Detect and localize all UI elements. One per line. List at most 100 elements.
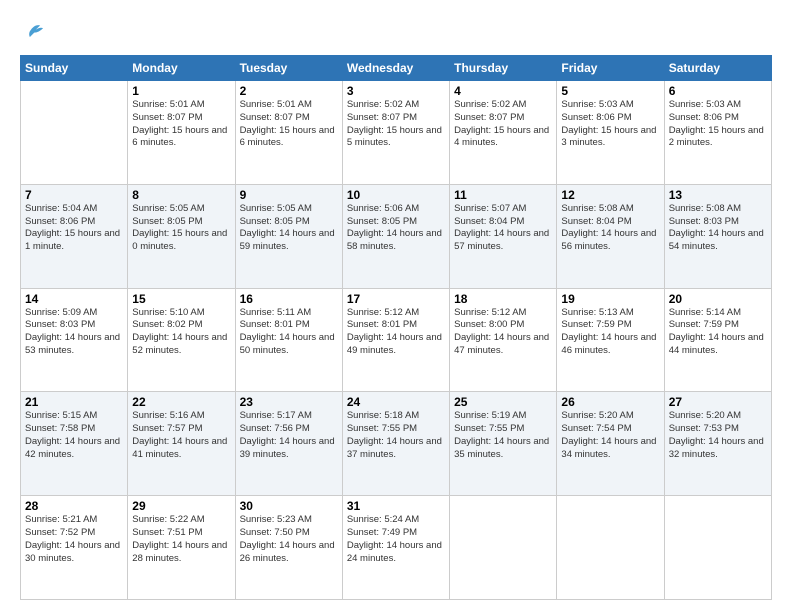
day-info: Sunrise: 5:19 AMSunset: 7:55 PMDaylight:… bbox=[454, 410, 552, 461]
day-info: Sunrise: 5:01 AMSunset: 8:07 PMDaylight:… bbox=[132, 99, 230, 150]
day-number: 31 bbox=[347, 499, 445, 513]
calendar-cell: 26Sunrise: 5:20 AMSunset: 7:54 PMDayligh… bbox=[557, 392, 664, 496]
calendar-cell: 1Sunrise: 5:01 AMSunset: 8:07 PMDaylight… bbox=[128, 81, 235, 185]
calendar-cell: 13Sunrise: 5:08 AMSunset: 8:03 PMDayligh… bbox=[664, 184, 771, 288]
day-info: Sunrise: 5:05 AMSunset: 8:05 PMDaylight:… bbox=[240, 203, 338, 254]
calendar-week-row: 21Sunrise: 5:15 AMSunset: 7:58 PMDayligh… bbox=[21, 392, 772, 496]
weekday-header-row: SundayMondayTuesdayWednesdayThursdayFrid… bbox=[21, 56, 772, 81]
day-info: Sunrise: 5:20 AMSunset: 7:53 PMDaylight:… bbox=[669, 410, 767, 461]
calendar-cell: 7Sunrise: 5:04 AMSunset: 8:06 PMDaylight… bbox=[21, 184, 128, 288]
day-info: Sunrise: 5:08 AMSunset: 8:03 PMDaylight:… bbox=[669, 203, 767, 254]
logo bbox=[20, 18, 46, 45]
calendar-cell bbox=[664, 496, 771, 600]
calendar-cell: 28Sunrise: 5:21 AMSunset: 7:52 PMDayligh… bbox=[21, 496, 128, 600]
day-number: 15 bbox=[132, 292, 230, 306]
day-number: 10 bbox=[347, 188, 445, 202]
calendar-cell: 23Sunrise: 5:17 AMSunset: 7:56 PMDayligh… bbox=[235, 392, 342, 496]
calendar-cell bbox=[450, 496, 557, 600]
calendar-table: SundayMondayTuesdayWednesdayThursdayFrid… bbox=[20, 55, 772, 600]
day-info: Sunrise: 5:12 AMSunset: 8:01 PMDaylight:… bbox=[347, 307, 445, 358]
day-number: 1 bbox=[132, 84, 230, 98]
day-number: 25 bbox=[454, 395, 552, 409]
day-number: 13 bbox=[669, 188, 767, 202]
day-info: Sunrise: 5:08 AMSunset: 8:04 PMDaylight:… bbox=[561, 203, 659, 254]
calendar-cell: 3Sunrise: 5:02 AMSunset: 8:07 PMDaylight… bbox=[342, 81, 449, 185]
day-info: Sunrise: 5:07 AMSunset: 8:04 PMDaylight:… bbox=[454, 203, 552, 254]
calendar-cell: 11Sunrise: 5:07 AMSunset: 8:04 PMDayligh… bbox=[450, 184, 557, 288]
calendar-cell: 30Sunrise: 5:23 AMSunset: 7:50 PMDayligh… bbox=[235, 496, 342, 600]
day-number: 11 bbox=[454, 188, 552, 202]
day-number: 6 bbox=[669, 84, 767, 98]
day-number: 27 bbox=[669, 395, 767, 409]
day-number: 2 bbox=[240, 84, 338, 98]
calendar-cell: 17Sunrise: 5:12 AMSunset: 8:01 PMDayligh… bbox=[342, 288, 449, 392]
calendar-cell: 4Sunrise: 5:02 AMSunset: 8:07 PMDaylight… bbox=[450, 81, 557, 185]
day-number: 30 bbox=[240, 499, 338, 513]
day-number: 8 bbox=[132, 188, 230, 202]
weekday-header: Thursday bbox=[450, 56, 557, 81]
logo-bird-icon bbox=[24, 18, 46, 45]
day-info: Sunrise: 5:06 AMSunset: 8:05 PMDaylight:… bbox=[347, 203, 445, 254]
calendar-week-row: 14Sunrise: 5:09 AMSunset: 8:03 PMDayligh… bbox=[21, 288, 772, 392]
day-info: Sunrise: 5:12 AMSunset: 8:00 PMDaylight:… bbox=[454, 307, 552, 358]
day-info: Sunrise: 5:09 AMSunset: 8:03 PMDaylight:… bbox=[25, 307, 123, 358]
day-number: 23 bbox=[240, 395, 338, 409]
weekday-header: Saturday bbox=[664, 56, 771, 81]
day-number: 3 bbox=[347, 84, 445, 98]
day-info: Sunrise: 5:03 AMSunset: 8:06 PMDaylight:… bbox=[669, 99, 767, 150]
header bbox=[20, 18, 772, 45]
calendar-cell: 18Sunrise: 5:12 AMSunset: 8:00 PMDayligh… bbox=[450, 288, 557, 392]
calendar-cell: 24Sunrise: 5:18 AMSunset: 7:55 PMDayligh… bbox=[342, 392, 449, 496]
calendar-cell: 29Sunrise: 5:22 AMSunset: 7:51 PMDayligh… bbox=[128, 496, 235, 600]
calendar-cell: 15Sunrise: 5:10 AMSunset: 8:02 PMDayligh… bbox=[128, 288, 235, 392]
day-info: Sunrise: 5:17 AMSunset: 7:56 PMDaylight:… bbox=[240, 410, 338, 461]
day-info: Sunrise: 5:11 AMSunset: 8:01 PMDaylight:… bbox=[240, 307, 338, 358]
day-info: Sunrise: 5:18 AMSunset: 7:55 PMDaylight:… bbox=[347, 410, 445, 461]
day-info: Sunrise: 5:24 AMSunset: 7:49 PMDaylight:… bbox=[347, 514, 445, 565]
day-info: Sunrise: 5:05 AMSunset: 8:05 PMDaylight:… bbox=[132, 203, 230, 254]
calendar-cell: 14Sunrise: 5:09 AMSunset: 8:03 PMDayligh… bbox=[21, 288, 128, 392]
calendar-cell: 2Sunrise: 5:01 AMSunset: 8:07 PMDaylight… bbox=[235, 81, 342, 185]
day-number: 19 bbox=[561, 292, 659, 306]
day-number: 20 bbox=[669, 292, 767, 306]
day-info: Sunrise: 5:02 AMSunset: 8:07 PMDaylight:… bbox=[347, 99, 445, 150]
day-number: 21 bbox=[25, 395, 123, 409]
day-number: 4 bbox=[454, 84, 552, 98]
calendar-cell: 16Sunrise: 5:11 AMSunset: 8:01 PMDayligh… bbox=[235, 288, 342, 392]
day-info: Sunrise: 5:10 AMSunset: 8:02 PMDaylight:… bbox=[132, 307, 230, 358]
page: SundayMondayTuesdayWednesdayThursdayFrid… bbox=[0, 0, 792, 612]
calendar-cell: 9Sunrise: 5:05 AMSunset: 8:05 PMDaylight… bbox=[235, 184, 342, 288]
calendar-cell: 5Sunrise: 5:03 AMSunset: 8:06 PMDaylight… bbox=[557, 81, 664, 185]
day-number: 14 bbox=[25, 292, 123, 306]
day-info: Sunrise: 5:20 AMSunset: 7:54 PMDaylight:… bbox=[561, 410, 659, 461]
day-number: 22 bbox=[132, 395, 230, 409]
day-number: 9 bbox=[240, 188, 338, 202]
calendar-cell: 25Sunrise: 5:19 AMSunset: 7:55 PMDayligh… bbox=[450, 392, 557, 496]
day-info: Sunrise: 5:21 AMSunset: 7:52 PMDaylight:… bbox=[25, 514, 123, 565]
day-number: 7 bbox=[25, 188, 123, 202]
weekday-header: Friday bbox=[557, 56, 664, 81]
day-number: 29 bbox=[132, 499, 230, 513]
day-info: Sunrise: 5:04 AMSunset: 8:06 PMDaylight:… bbox=[25, 203, 123, 254]
weekday-header: Tuesday bbox=[235, 56, 342, 81]
calendar-cell: 19Sunrise: 5:13 AMSunset: 7:59 PMDayligh… bbox=[557, 288, 664, 392]
calendar-cell: 10Sunrise: 5:06 AMSunset: 8:05 PMDayligh… bbox=[342, 184, 449, 288]
day-info: Sunrise: 5:02 AMSunset: 8:07 PMDaylight:… bbox=[454, 99, 552, 150]
day-info: Sunrise: 5:03 AMSunset: 8:06 PMDaylight:… bbox=[561, 99, 659, 150]
weekday-header: Monday bbox=[128, 56, 235, 81]
day-info: Sunrise: 5:23 AMSunset: 7:50 PMDaylight:… bbox=[240, 514, 338, 565]
calendar-cell bbox=[557, 496, 664, 600]
calendar-cell: 6Sunrise: 5:03 AMSunset: 8:06 PMDaylight… bbox=[664, 81, 771, 185]
day-info: Sunrise: 5:22 AMSunset: 7:51 PMDaylight:… bbox=[132, 514, 230, 565]
calendar-cell: 27Sunrise: 5:20 AMSunset: 7:53 PMDayligh… bbox=[664, 392, 771, 496]
day-number: 28 bbox=[25, 499, 123, 513]
day-info: Sunrise: 5:16 AMSunset: 7:57 PMDaylight:… bbox=[132, 410, 230, 461]
calendar-cell: 12Sunrise: 5:08 AMSunset: 8:04 PMDayligh… bbox=[557, 184, 664, 288]
day-number: 12 bbox=[561, 188, 659, 202]
day-info: Sunrise: 5:15 AMSunset: 7:58 PMDaylight:… bbox=[25, 410, 123, 461]
calendar-week-row: 1Sunrise: 5:01 AMSunset: 8:07 PMDaylight… bbox=[21, 81, 772, 185]
day-number: 5 bbox=[561, 84, 659, 98]
day-number: 26 bbox=[561, 395, 659, 409]
calendar-week-row: 28Sunrise: 5:21 AMSunset: 7:52 PMDayligh… bbox=[21, 496, 772, 600]
calendar-cell: 8Sunrise: 5:05 AMSunset: 8:05 PMDaylight… bbox=[128, 184, 235, 288]
